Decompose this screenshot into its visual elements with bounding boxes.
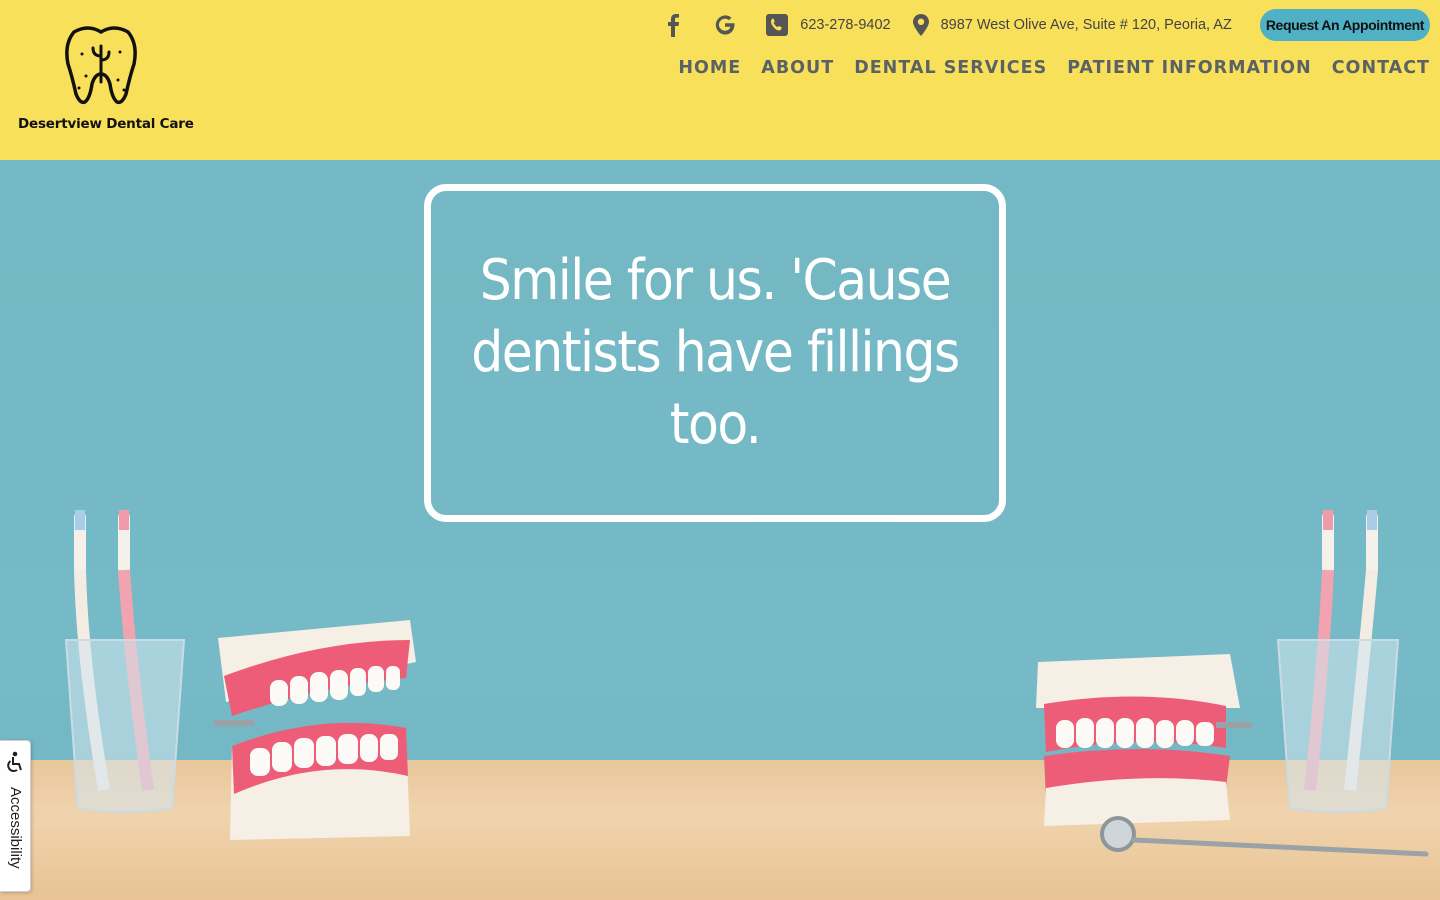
nav-item-patient-information[interactable]: PATIENT INFORMATION [1067, 58, 1312, 78]
tooth-cactus-icon [64, 26, 137, 105]
main-nav: HOME ABOUT DENTAL SERVICES PATIENT INFOR… [678, 58, 1430, 78]
map-pin-icon [912, 14, 929, 36]
request-appointment-button[interactable]: Request An Appointment [1259, 9, 1430, 41]
hero-quote-box: Smile for us. 'Cause dentists have filli… [424, 184, 1006, 522]
address-link[interactable]: 8987 West Olive Ave, Suite # 120, Peoria… [912, 14, 1232, 36]
nav-item-home[interactable]: HOME [678, 58, 741, 78]
brand-name: Desertview Dental Care [18, 116, 194, 132]
hero-section: Smile for us. 'Cause dentists have filli… [0, 160, 1440, 900]
toothbrush-cup-left-image [64, 510, 186, 813]
nav-item-about[interactable]: ABOUT [761, 58, 834, 78]
toothbrush-cup-right-image [1276, 510, 1400, 813]
hero-quote: Smile for us. 'Cause dentists have filli… [471, 248, 960, 457]
site-logo[interactable]: Desertview Dental Care [18, 20, 194, 140]
accessibility-icon [4, 751, 24, 777]
address-text: 8987 West Olive Ave, Suite # 120, Peoria… [940, 17, 1232, 33]
nav-item-dental-services[interactable]: DENTAL SERVICES [854, 58, 1047, 78]
site-header: Desertview Dental Care 623-278-9402 8987… [0, 0, 1440, 160]
dental-model-left-image [214, 620, 416, 840]
phone-link[interactable]: 623-278-9402 [766, 14, 891, 36]
contact-bar: 623-278-9402 8987 West Olive Ave, Suite … [662, 8, 1430, 42]
dental-mirror-image [1100, 816, 1429, 857]
dental-model-right-image [1036, 654, 1252, 826]
facebook-icon[interactable] [662, 14, 684, 37]
phone-number: 623-278-9402 [800, 17, 891, 33]
nav-item-contact[interactable]: CONTACT [1332, 58, 1430, 78]
google-icon[interactable] [714, 14, 736, 36]
accessibility-label: Accessibility [7, 787, 24, 869]
accessibility-widget[interactable]: Accessibility [0, 740, 31, 892]
phone-icon [766, 14, 789, 36]
